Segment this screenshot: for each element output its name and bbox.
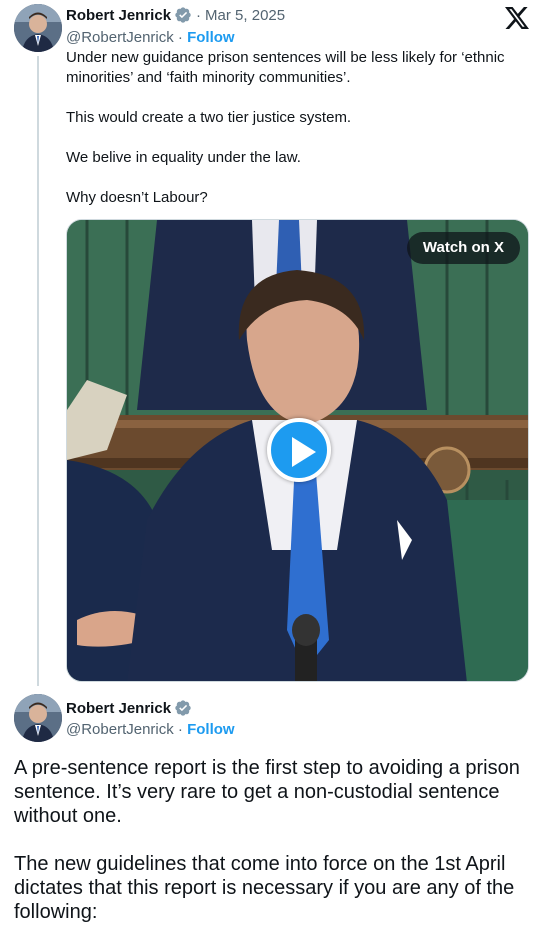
tweet-date[interactable]: Mar 5, 2025: [205, 7, 285, 24]
verified-badge-icon: [174, 6, 192, 24]
watch-on-x-button[interactable]: Watch on X: [406, 232, 520, 264]
tweet-body: Under new guidance prison sentences will…: [66, 48, 536, 208]
author-name[interactable]: Robert Jenrick: [66, 7, 171, 24]
author-line: Robert Jenrick · Mar 5, 2025: [66, 6, 285, 24]
author-handle[interactable]: @RobertJenrick: [66, 721, 174, 738]
verified-badge-icon: [174, 699, 192, 717]
author-avatar[interactable]: [14, 694, 62, 742]
author-name[interactable]: Robert Jenrick: [66, 700, 171, 717]
date-separator: ·: [196, 6, 202, 24]
follow-button[interactable]: Follow: [187, 29, 235, 46]
handle-line: @RobertJenrick · Follow: [66, 29, 235, 46]
tweet-paragraph: A pre-sentence report is the first step …: [14, 757, 520, 827]
handle-separator: ·: [173, 29, 188, 46]
handle-separator: ·: [173, 721, 188, 738]
handle-line: @RobertJenrick · Follow: [66, 721, 235, 738]
play-icon: [292, 437, 316, 467]
tweet-paragraph: We belive in equality under the law.: [66, 149, 301, 166]
follow-button[interactable]: Follow: [187, 721, 235, 738]
tweet-paragraph: This would create a two tier justice sys…: [66, 109, 352, 126]
tweet-paragraph: Under new guidance prison sentences will…: [66, 49, 505, 86]
author-avatar[interactable]: [14, 4, 62, 52]
x-logo-icon[interactable]: [505, 7, 529, 29]
tweet-paragraph: The new guidelines that come into force …: [14, 853, 515, 923]
author-handle[interactable]: @RobertJenrick: [66, 29, 174, 46]
tweet-paragraph: Why doesn’t Labour?: [66, 189, 208, 206]
thread-connector-line: [37, 56, 39, 686]
video-media[interactable]: Watch on X: [66, 219, 529, 682]
author-line: Robert Jenrick: [66, 699, 192, 717]
tweet-body: A pre-sentence report is the first step …: [14, 756, 530, 924]
play-button[interactable]: [267, 418, 331, 482]
